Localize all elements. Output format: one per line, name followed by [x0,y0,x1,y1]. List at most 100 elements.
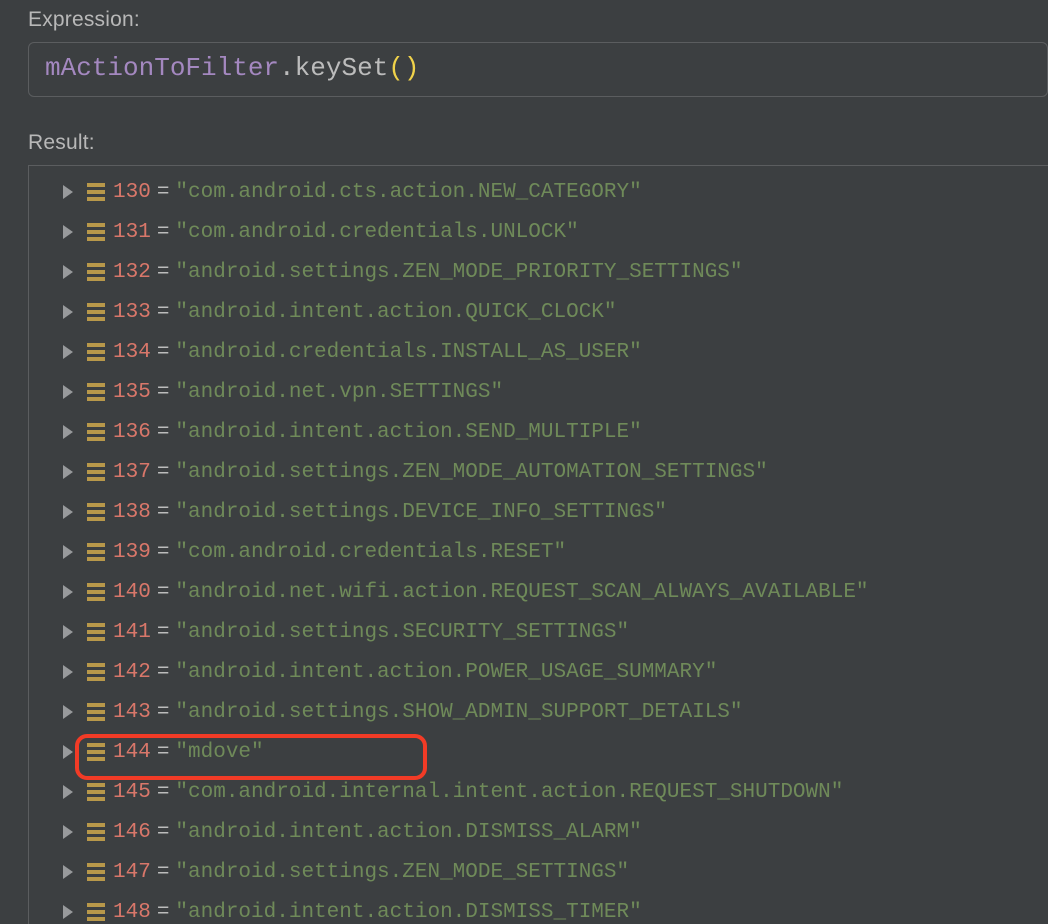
tree-row[interactable]: 146 = "android.intent.action.DISMISS_ALA… [63,812,1048,852]
row-value: "android.settings.SECURITY_SETTINGS" [175,621,629,644]
tree-row[interactable]: 136 = "android.intent.action.SEND_MULTIP… [63,412,1048,452]
equals-sign: = [157,181,170,204]
row-value: "android.intent.action.POWER_USAGE_SUMMA… [175,661,717,684]
expand-icon[interactable] [63,625,73,639]
tree-row[interactable]: 130 = "com.android.cts.action.NEW_CATEGO… [63,172,1048,212]
row-value: "android.settings.ZEN_MODE_SETTINGS" [175,861,629,884]
tree-row[interactable]: 147 = "android.settings.ZEN_MODE_SETTING… [63,852,1048,892]
array-element-icon [87,183,105,201]
expand-icon[interactable] [63,425,73,439]
row-index: 140 [113,581,151,604]
tree-row[interactable]: 134 = "android.credentials.INSTALL_AS_US… [63,332,1048,372]
tree-row[interactable]: 143 = "android.settings.SHOW_ADMIN_SUPPO… [63,692,1048,732]
tree-row[interactable]: 145 = "com.android.internal.intent.actio… [63,772,1048,812]
tree-row[interactable]: 148 = "android.intent.action.DISMISS_TIM… [63,892,1048,924]
row-index: 138 [113,501,151,524]
row-value: "android.intent.action.DISMISS_TIMER" [175,901,641,924]
equals-sign: = [157,501,170,524]
expr-token-method: keySet [295,53,389,83]
expand-icon[interactable] [63,505,73,519]
tree-row[interactable]: 141 = "android.settings.SECURITY_SETTING… [63,612,1048,652]
expand-icon[interactable] [63,705,73,719]
equals-sign: = [157,741,170,764]
row-value: "android.intent.action.QUICK_CLOCK" [175,301,616,324]
array-element-icon [87,503,105,521]
equals-sign: = [157,781,170,804]
row-value: "android.credentials.INSTALL_AS_USER" [175,341,641,364]
tree-row[interactable]: 139 = "com.android.credentials.RESET" [63,532,1048,572]
row-value: "android.settings.ZEN_MODE_AUTOMATION_SE… [175,461,767,484]
tree-row[interactable]: 133 = "android.intent.action.QUICK_CLOCK… [63,292,1048,332]
equals-sign: = [157,301,170,324]
row-index: 133 [113,301,151,324]
row-value: "android.settings.SHOW_ADMIN_SUPPORT_DET… [175,701,742,724]
array-element-icon [87,783,105,801]
equals-sign: = [157,621,170,644]
expand-icon[interactable] [63,305,73,319]
expression-input[interactable]: mActionToFilter.keySet() [28,42,1048,97]
array-element-icon [87,663,105,681]
expand-icon[interactable] [63,225,73,239]
tree-row[interactable]: 137 = "android.settings.ZEN_MODE_AUTOMAT… [63,452,1048,492]
tree-row[interactable]: 144 = "mdove" [63,732,1048,772]
expand-icon[interactable] [63,825,73,839]
row-value: "android.net.vpn.SETTINGS" [175,381,503,404]
equals-sign: = [157,381,170,404]
result-label: Result: [28,131,1048,155]
equals-sign: = [157,261,170,284]
tree-row[interactable]: 131 = "com.android.credentials.UNLOCK" [63,212,1048,252]
expand-icon[interactable] [63,745,73,759]
equals-sign: = [157,581,170,604]
array-element-icon [87,863,105,881]
row-value: "com.android.credentials.RESET" [175,541,566,564]
expand-icon[interactable] [63,545,73,559]
tree-row[interactable]: 135 = "android.net.vpn.SETTINGS" [63,372,1048,412]
expand-icon[interactable] [63,185,73,199]
expression-label: Expression: [28,8,1048,32]
expand-icon[interactable] [63,465,73,479]
array-element-icon [87,743,105,761]
tree-row[interactable]: 138 = "android.settings.DEVICE_INFO_SETT… [63,492,1048,532]
array-element-icon [87,423,105,441]
row-value: "android.settings.DEVICE_INFO_SETTINGS" [175,501,666,524]
array-element-icon [87,223,105,241]
row-index: 132 [113,261,151,284]
row-index: 139 [113,541,151,564]
array-element-icon [87,303,105,321]
expand-icon[interactable] [63,905,73,919]
expand-icon[interactable] [63,785,73,799]
equals-sign: = [157,701,170,724]
expand-icon[interactable] [63,585,73,599]
expand-icon[interactable] [63,665,73,679]
row-value: "com.android.credentials.UNLOCK" [175,221,578,244]
result-tree[interactable]: 130 = "com.android.cts.action.NEW_CATEGO… [28,165,1048,924]
row-index: 136 [113,421,151,444]
array-element-icon [87,543,105,561]
tree-row[interactable]: 140 = "android.net.wifi.action.REQUEST_S… [63,572,1048,612]
row-index: 146 [113,821,151,844]
expr-token-field: mActionToFilter [45,53,279,83]
row-index: 141 [113,621,151,644]
expand-icon[interactable] [63,265,73,279]
tree-row[interactable]: 142 = "android.intent.action.POWER_USAGE… [63,652,1048,692]
row-index: 147 [113,861,151,884]
array-element-icon [87,343,105,361]
row-index: 143 [113,701,151,724]
equals-sign: = [157,421,170,444]
equals-sign: = [157,461,170,484]
row-value: "mdove" [175,741,263,764]
expr-token-parens: () [388,53,419,83]
equals-sign: = [157,541,170,564]
equals-sign: = [157,221,170,244]
array-element-icon [87,463,105,481]
expand-icon[interactable] [63,385,73,399]
array-element-icon [87,583,105,601]
tree-row[interactable]: 132 = "android.settings.ZEN_MODE_PRIORIT… [63,252,1048,292]
row-index: 142 [113,661,151,684]
expr-token-dot: . [279,53,295,83]
expand-icon[interactable] [63,865,73,879]
array-element-icon [87,623,105,641]
row-index: 130 [113,181,151,204]
equals-sign: = [157,901,170,924]
expand-icon[interactable] [63,345,73,359]
